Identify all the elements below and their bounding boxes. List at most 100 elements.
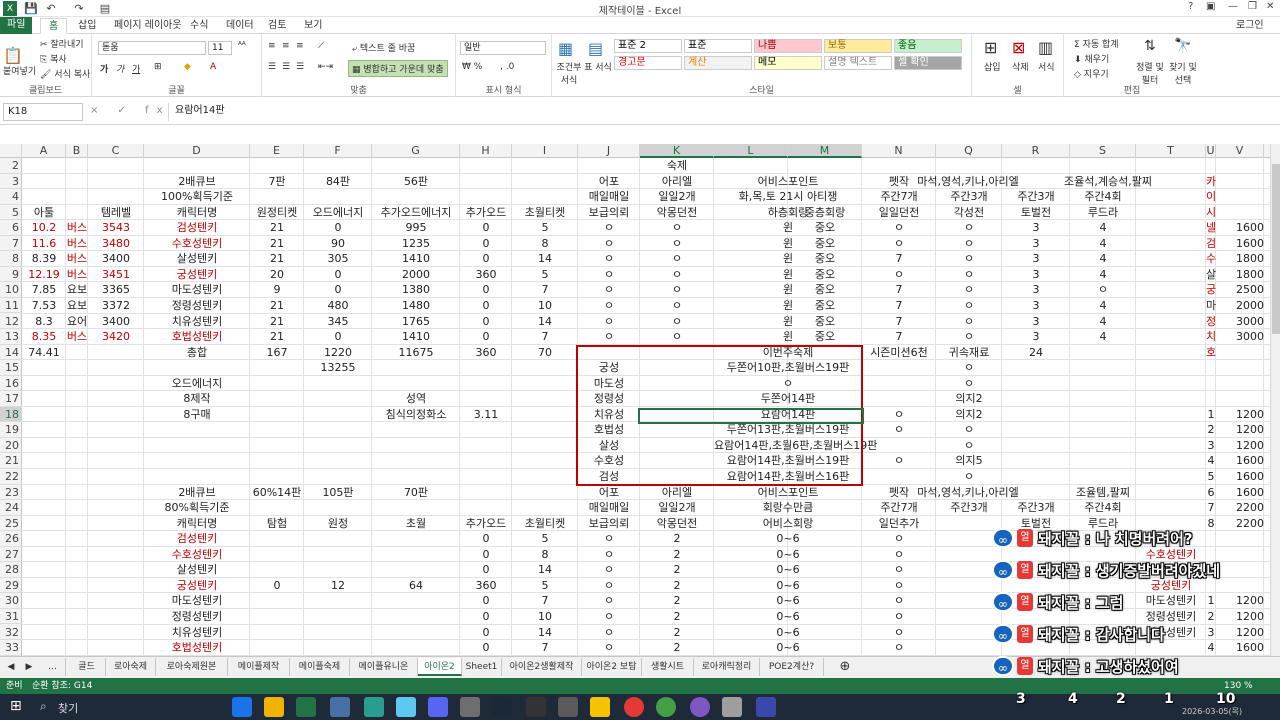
insert-cells-icon[interactable]: ⊞ — [984, 38, 997, 57]
chrome-icon[interactable] — [232, 697, 252, 717]
cell-q8[interactable]: ㅇ — [936, 251, 1002, 266]
cell-j17[interactable]: 정령성 — [578, 391, 640, 406]
cell-q21[interactable]: 의지5 — [936, 453, 1002, 468]
format-painter-button[interactable]: 🖌 서식 복사 — [40, 67, 90, 80]
cell-i11[interactable]: 10 — [512, 298, 578, 313]
cell-f6[interactable]: 0 — [304, 220, 372, 235]
cell-c7[interactable]: 3480 — [88, 236, 144, 251]
row-header-6[interactable]: 6 — [0, 220, 22, 236]
sheet-tab[interactable]: POE2계산? — [760, 658, 824, 676]
row-header-23[interactable]: 23 — [0, 485, 22, 501]
cell-c10[interactable]: 3365 — [88, 282, 144, 297]
cell-i6[interactable]: 5 — [512, 220, 578, 235]
tab-formulas[interactable]: 수식 — [190, 18, 208, 34]
column-header-j[interactable]: J — [578, 144, 640, 158]
cell-g14[interactable]: 11675 — [372, 345, 460, 360]
cell-s10[interactable]: ㅇ — [1070, 282, 1136, 297]
cell-v7[interactable]: 1600 — [1216, 236, 1264, 251]
cell-b12[interactable]: 요어 — [66, 314, 88, 329]
cell-k32[interactable]: 2 — [640, 625, 714, 640]
cell-g5[interactable]: 추가오드에너지 — [372, 205, 460, 220]
cell-j7[interactable]: ㅇ — [578, 236, 640, 251]
cell-i12[interactable]: 14 — [512, 314, 578, 329]
row-header-26[interactable]: 26 — [0, 531, 22, 547]
next-sheet-icon[interactable]: ▶ — [20, 658, 38, 676]
cell-d10[interactable]: 마도성텐키 — [144, 282, 250, 297]
align-top-icon[interactable]: ≡ — [268, 41, 276, 51]
cell-j9[interactable]: ㅇ — [578, 267, 640, 282]
cell-c9[interactable]: 3451 — [88, 267, 144, 282]
find-select-icon[interactable]: 🔭 — [1174, 38, 1191, 54]
cell-i26[interactable]: 5 — [512, 531, 578, 546]
cell-n6[interactable]: ㅇ — [862, 220, 936, 235]
app-icon-7[interactable] — [624, 697, 644, 717]
cell-b8[interactable]: 버스 — [66, 251, 88, 266]
cell-v19[interactable]: 1200 — [1216, 422, 1264, 437]
cell-r8[interactable]: 3 — [1002, 251, 1070, 266]
sheet-tab[interactable]: Sheet1 — [462, 658, 502, 676]
cell-s23[interactable]: 조율템,팔찌 — [1070, 485, 1136, 500]
cell-h5[interactable]: 추가오드 — [460, 205, 512, 220]
cell-s24[interactable]: 주간4회 — [1070, 500, 1136, 515]
tab-view[interactable]: 보기 — [304, 18, 322, 34]
paste-icon[interactable]: 📋 — [3, 46, 23, 65]
cell-q16[interactable]: ㅇ — [936, 376, 1002, 391]
cell-v20[interactable]: 1200 — [1216, 438, 1264, 453]
cell-i10[interactable]: 7 — [512, 282, 578, 297]
cell-n18[interactable]: ㅇ — [862, 407, 936, 422]
cell-h6[interactable]: 0 — [460, 220, 512, 235]
cell-i29[interactable]: 5 — [512, 578, 578, 593]
cell-q5[interactable]: 각성전 — [936, 205, 1002, 220]
cell-e14[interactable]: 167 — [250, 345, 304, 360]
cell-d17[interactable]: 8제작 — [144, 391, 250, 406]
cell-s8[interactable]: 4 — [1070, 251, 1136, 266]
cell-q9[interactable]: ㅇ — [936, 267, 1002, 282]
row-header-22[interactable]: 22 — [0, 469, 22, 485]
column-header-b[interactable]: B — [66, 144, 88, 158]
cell-i31[interactable]: 10 — [512, 609, 578, 624]
orientation-icon[interactable]: ⟋ — [318, 41, 324, 51]
search-icon[interactable]: ⌕ — [40, 699, 47, 714]
cell-b11[interactable]: 요보 — [66, 298, 88, 313]
cell-a10[interactable]: 7.85 — [22, 282, 66, 297]
cell-g12[interactable]: 1765 — [372, 314, 460, 329]
cell-n10[interactable]: 7 — [862, 282, 936, 297]
sheet-tab[interactable]: 로아숙제 — [106, 658, 156, 676]
cell-f13[interactable]: 0 — [304, 329, 372, 344]
cell-n27[interactable]: ㅇ — [862, 547, 936, 562]
formula-buttons[interactable]: × ✓ fx — [90, 105, 171, 116]
cell-n5[interactable]: 일일던전 — [862, 205, 936, 220]
cell-j20[interactable]: 살성 — [578, 438, 640, 453]
close-icon[interactable]: ✕ — [1266, 1, 1274, 12]
cell-l24[interactable]: 회랑수만큼 — [714, 500, 862, 515]
indent-icon[interactable]: ⇤⇥ — [318, 62, 333, 72]
column-header-u[interactable]: U — [1206, 144, 1216, 158]
cell-m10[interactable]: 중오 — [788, 282, 862, 297]
cell-a11[interactable]: 7.53 — [22, 298, 66, 313]
cell-b7[interactable]: 버스 — [66, 236, 88, 251]
cell-v10[interactable]: 2500 — [1216, 282, 1264, 297]
row-header-12[interactable]: 12 — [0, 314, 22, 330]
cell-j3[interactable]: 어포 — [578, 174, 640, 189]
clear-button[interactable]: ◇ 지우기 — [1074, 67, 1109, 80]
cell-f29[interactable]: 12 — [304, 578, 372, 593]
app-icon-8[interactable] — [656, 697, 676, 717]
cell-f8[interactable]: 305 — [304, 251, 372, 266]
row-header-18[interactable]: 18 — [0, 406, 22, 423]
column-header-c[interactable]: C — [88, 144, 144, 158]
cell-j33[interactable]: ㅇ — [578, 640, 640, 655]
cell-k11[interactable]: ㅇ — [640, 298, 714, 313]
cell-r10[interactable]: 3 — [1002, 282, 1070, 297]
cell-m12[interactable]: 중오 — [788, 314, 862, 329]
cell-v18[interactable]: 1200 — [1216, 407, 1264, 422]
cell-k30[interactable]: 2 — [640, 593, 714, 608]
cell-d26[interactable]: 검성텐키 — [144, 531, 250, 546]
cell-k27[interactable]: 2 — [640, 547, 714, 562]
cell-e13[interactable]: 21 — [250, 329, 304, 344]
row-header-31[interactable]: 31 — [0, 609, 22, 625]
minimize-icon[interactable]: — — [1228, 1, 1238, 12]
cell-j28[interactable]: ㅇ — [578, 562, 640, 577]
underline-button[interactable]: 가 — [132, 62, 140, 75]
cell-h26[interactable]: 0 — [460, 531, 512, 546]
row-header-29[interactable]: 29 — [0, 578, 22, 594]
